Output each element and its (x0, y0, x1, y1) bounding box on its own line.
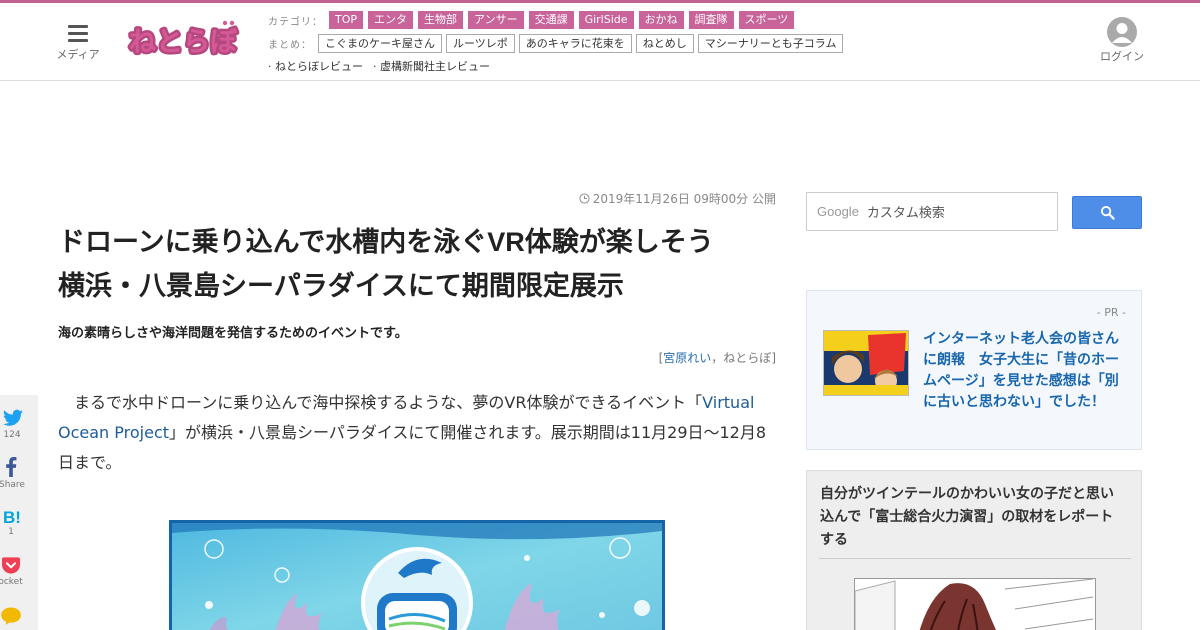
related-article-box: 自分がツインテールのかわいい女の子だと思い込んで「富士総合火力演習」の取材をレポ… (806, 470, 1142, 630)
share-sidebar: 124 Share B! 1 Pocket (0, 395, 38, 630)
login-label: ログイン (1100, 50, 1144, 63)
matome-link[interactable]: ねとめし (635, 33, 694, 53)
search-input[interactable]: Google カスタム検索 (806, 192, 1058, 231)
matome-link[interactable]: マシーナリーとも子コラム (697, 33, 844, 53)
media-menu-button[interactable]: メディア (54, 21, 102, 67)
facebook-share-label: Share (0, 480, 25, 490)
article-hero-image[interactable] (169, 520, 665, 630)
pr-thumbnail-art (824, 331, 908, 395)
matome-row: まとめ： こぐまのケーキ屋さん ルーツレポ あのキャラに花束を ねとめし マシー… (268, 33, 868, 53)
pr-promotion-box: - PR - インターネット老人会の皆さんに朗報 女子大生に「昔のホームページ」… (806, 290, 1142, 450)
clock-icon (579, 193, 590, 204)
author-byline: [宮原れい，ねとらぼ] (58, 349, 776, 366)
article-title: ドローンに乗り込んで水槽内を泳ぐVR体験が楽しそう 横浜・八景島シーパラダイスに… (58, 220, 776, 308)
article: 2019年11月26日 09時00分 公開 ドローンに乗り込んで水槽内を泳ぐVR… (58, 190, 776, 478)
twitter-share-count: 124 (3, 430, 21, 440)
byline-separator: ， (711, 351, 724, 365)
article-subtitle: 海の素晴らしさや海洋問題を発信するためのイベントです。 (58, 326, 408, 341)
facebook-icon (6, 457, 17, 477)
category-row: カテゴリ： TOP エンタ 生物部 アンサー 交通課 GirlSide おかね … (268, 10, 868, 30)
login-button[interactable]: ログイン (1098, 17, 1146, 64)
category-okane[interactable]: おかね (638, 11, 684, 29)
svg-text:ねとらぼ: ねとらぼ (129, 27, 238, 58)
body-text-start: まるで水中ドローンに乗り込んで海中探検するような、夢のVR体験ができるイベント「 (74, 393, 703, 412)
category-top[interactable]: TOP (329, 11, 364, 29)
pr-article-link[interactable]: インターネット老人会の皆さんに朗報 女子大生に「昔のホームページ」を見せた感想は… (923, 329, 1129, 413)
category-heading: カテゴリ： (268, 16, 323, 28)
pr-label: - PR - (1096, 306, 1126, 319)
manga-thumbnail-art (855, 579, 1095, 630)
category-answer[interactable]: アンサー (468, 11, 524, 29)
review-link[interactable]: · 虚構新聞社主レビュー (373, 58, 490, 74)
category-chousatai[interactable]: 調査隊 (688, 11, 734, 29)
facebook-share-button[interactable]: Share (0, 457, 38, 490)
byline-bracket: ] (771, 351, 776, 365)
matome-link[interactable]: ルーツレポ (446, 33, 515, 53)
search-button[interactable] (1072, 196, 1142, 229)
user-avatar-icon (1107, 17, 1137, 47)
google-brand-label: Google (817, 204, 859, 219)
category-girlside[interactable]: GirlSide (578, 11, 634, 29)
line-icon (1, 607, 21, 625)
article-title-line: ドローンに乗り込んで水槽内を泳ぐVR体験が楽しそう (58, 227, 714, 257)
matome-heading: まとめ： (268, 39, 312, 51)
pr-thumbnail[interactable] (823, 330, 909, 396)
twitter-share-button[interactable]: 124 (0, 409, 38, 440)
category-navigation: カテゴリ： TOP エンタ 生物部 アンサー 交通課 GirlSide おかね … (268, 10, 868, 79)
category-seibutsubu[interactable]: 生物部 (418, 11, 464, 29)
matome-link[interactable]: こぐまのケーキ屋さん (318, 33, 442, 53)
category-sports[interactable]: スポーツ (738, 11, 795, 29)
article-title-line: 横浜・八景島シーパラダイスにて期間限定展示 (58, 271, 624, 301)
hatena-bookmark-button[interactable]: B! 1 (0, 508, 38, 537)
site-logo[interactable]: ねとらぼ ねとらぼ (126, 17, 241, 65)
related-article-thumbnail[interactable] (854, 578, 1096, 630)
hatena-bookmark-icon: B! (3, 508, 21, 527)
article-body-paragraph: まるで水中ドローンに乗り込んで海中探検するような、夢のVR体験ができるイベント「… (58, 388, 776, 478)
review-row: · ねとらぼレビュー · 虚構新聞社主レビュー (268, 56, 868, 76)
hatena-bookmark-count: 1 (8, 527, 14, 537)
twitter-icon (3, 409, 23, 426)
author-name-link[interactable]: 宮原れい (663, 351, 711, 365)
pocket-icon (2, 557, 20, 574)
divider (819, 558, 1131, 559)
media-menu-label: メディア (56, 48, 100, 61)
hamburger-icon (68, 25, 88, 42)
publish-date-text: 2019年11月26日 09時00分 公開 (592, 192, 776, 206)
category-koutsuuka[interactable]: 交通課 (528, 11, 574, 29)
search-icon (1100, 205, 1115, 220)
ocean-illustration (172, 523, 662, 630)
pocket-save-button[interactable]: Pocket (0, 557, 38, 587)
related-article-link[interactable]: 自分がツインテールのかわいい女の子だと思い込んで「富士総合火力演習」の取材をレポ… (820, 483, 1124, 552)
publish-date: 2019年11月26日 09時00分 公開 (58, 190, 776, 210)
review-link[interactable]: · ねとらぼレビュー (268, 58, 363, 74)
line-share-button[interactable] (0, 607, 38, 629)
author-site: ねとらぼ (723, 351, 772, 365)
pocket-label: Pocket (0, 577, 23, 587)
site-header: メディア ねとらぼ ねとらぼ カテゴリ： TOP エンタ 生物部 アンサー 交通… (0, 3, 1200, 81)
search-placeholder: カスタム検索 (866, 206, 945, 221)
matome-link[interactable]: あのキャラに花束を (518, 33, 632, 53)
site-search: Google カスタム検索 (806, 192, 1142, 232)
category-enta[interactable]: エンタ (368, 11, 414, 29)
